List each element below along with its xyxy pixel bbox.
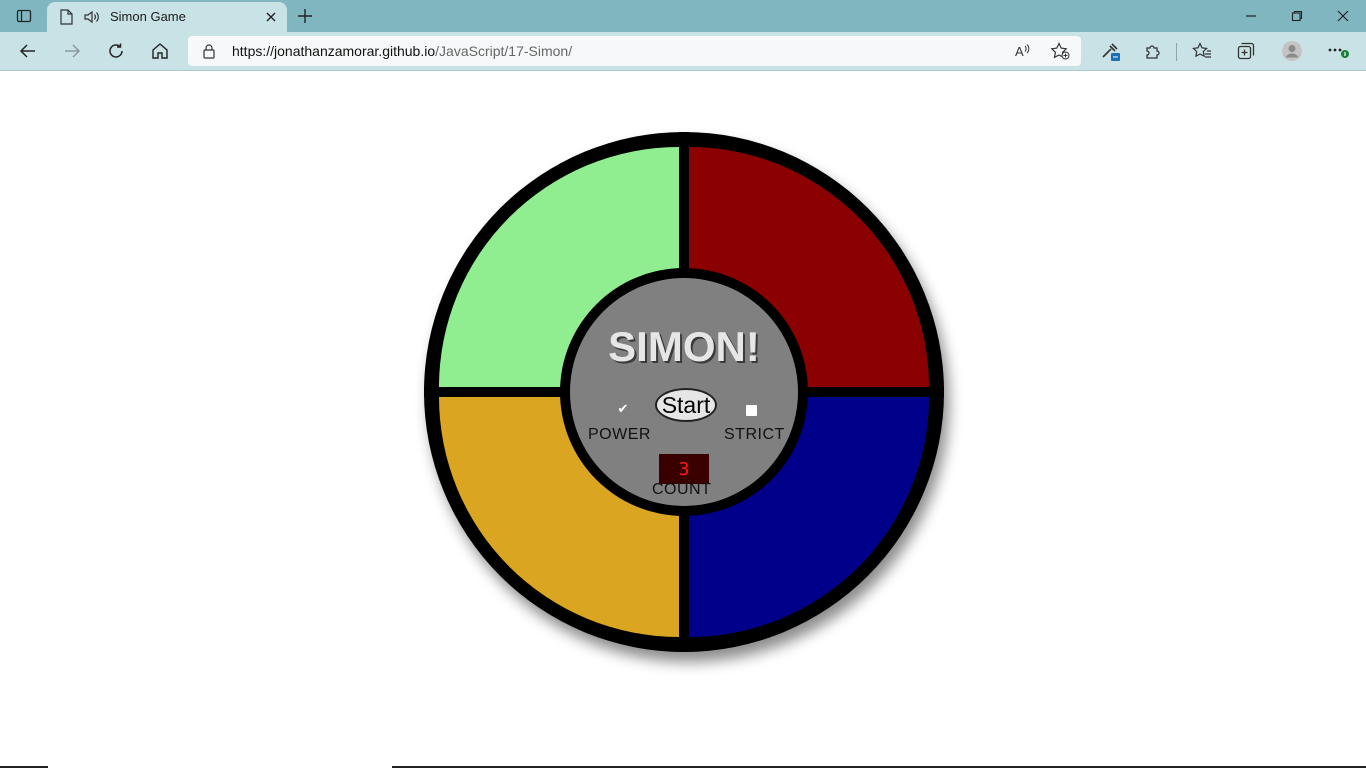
forward-arrow-icon (65, 44, 81, 58)
page-content: SIMON! ✔ Start POWER STRICT 3 COUNT (0, 71, 1366, 768)
close-tab-icon[interactable] (263, 9, 279, 25)
count-display: 3 (659, 454, 709, 484)
refresh-button[interactable] (102, 37, 130, 65)
eyedropper-icon (1102, 43, 1120, 61)
game-title: SIMON! (608, 323, 760, 370)
puzzle-icon (1146, 45, 1160, 59)
collections-button[interactable] (1232, 37, 1260, 65)
restore-button[interactable] (1274, 4, 1320, 28)
simon-board: SIMON! ✔ Start POWER STRICT 3 COUNT (424, 132, 944, 652)
count-label: COUNT (652, 481, 712, 498)
address-bar[interactable]: https://jonathanzamorar.github.io/JavaSc… (188, 36, 1081, 66)
home-icon (152, 43, 168, 59)
read-aloud-icon[interactable]: A (1014, 42, 1032, 65)
settings-menu-button[interactable] (1324, 37, 1352, 65)
new-tab-button[interactable] (293, 4, 317, 28)
minimize-button[interactable] (1228, 4, 1274, 28)
tab-title: Simon Game (110, 9, 186, 24)
power-label: POWER (588, 426, 651, 443)
power-checkbox[interactable]: ✔ (616, 401, 630, 416)
tab-actions-icon[interactable] (8, 4, 40, 28)
restore-icon (1291, 10, 1303, 22)
page-icon (59, 9, 73, 30)
lock-icon[interactable] (202, 43, 216, 64)
close-icon (1337, 10, 1349, 22)
add-favorite-icon[interactable] (1050, 42, 1070, 65)
refresh-icon (109, 43, 123, 58)
extensions-button[interactable] (1139, 37, 1167, 65)
profile-button[interactable] (1278, 37, 1306, 65)
back-arrow-icon (19, 44, 35, 58)
url-host: https://jonathanzamorar.github.io (232, 43, 436, 59)
active-tab[interactable]: Simon Game (47, 2, 287, 32)
url-path: /JavaScript/17-Simon/ (435, 43, 573, 59)
favorites-icon (1192, 42, 1211, 58)
browser-window: Simon Game https://jonathanzamorar.githu… (0, 0, 1366, 768)
profile-icon (1282, 41, 1302, 61)
svg-text:A: A (1015, 44, 1024, 59)
close-window-button[interactable] (1320, 4, 1366, 28)
speaker-icon[interactable] (83, 9, 101, 30)
strict-label: STRICT (724, 426, 785, 443)
url-text[interactable]: https://jonathanzamorar.github.io/JavaSc… (232, 43, 572, 59)
tab-strip: Simon Game (0, 0, 1366, 32)
start-button[interactable]: Start (655, 388, 717, 422)
back-button[interactable] (14, 37, 42, 65)
more-icon (1328, 48, 1349, 58)
control-panel: SIMON! ✔ Start POWER STRICT 3 COUNT (560, 268, 808, 516)
toolbar-divider (1176, 43, 1177, 61)
home-button[interactable] (146, 37, 174, 65)
eyedropper-extension-button[interactable] (1096, 37, 1124, 65)
minimize-icon (1246, 15, 1256, 17)
forward-button[interactable] (58, 37, 86, 65)
control-panel-inner: SIMON! ✔ Start POWER STRICT 3 COUNT (570, 278, 798, 506)
browser-toolbar: https://jonathanzamorar.github.io/JavaSc… (0, 32, 1366, 71)
favorites-button[interactable] (1188, 37, 1216, 65)
collections-icon (1237, 42, 1255, 60)
strict-checkbox[interactable] (746, 405, 757, 416)
